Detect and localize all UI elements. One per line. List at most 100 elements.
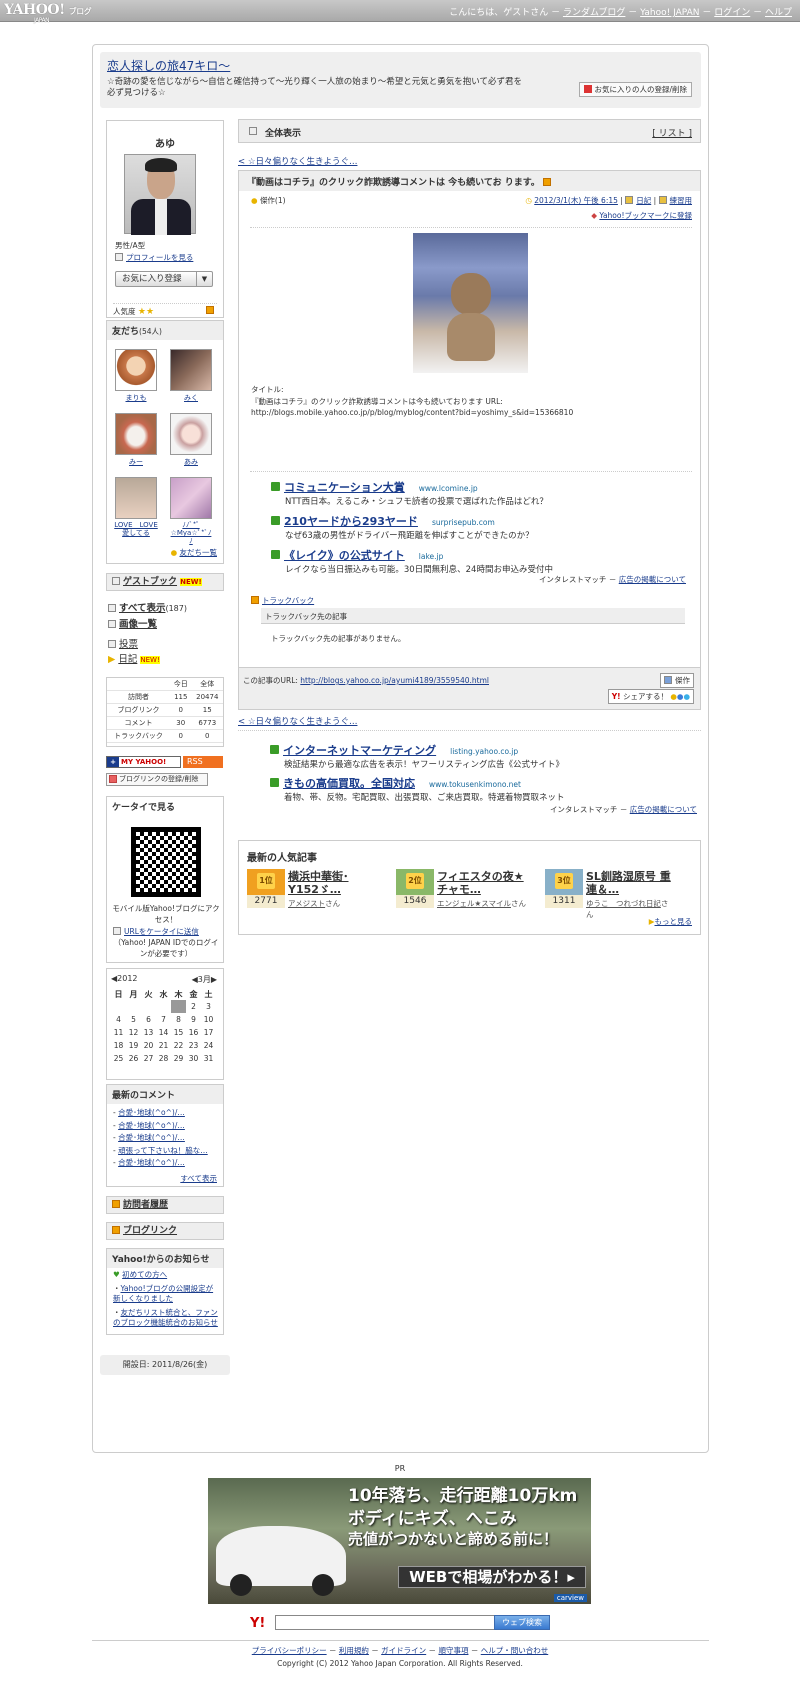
ad-title[interactable]: インターネットマーケティング [283, 744, 436, 757]
footer-link[interactable]: 利用規約 [339, 1646, 369, 1655]
calendar-day[interactable]: 19 [126, 1039, 141, 1052]
ad-item[interactable]: インターネットマーケティング listing.yahoo.co.jp 検証結果から最… [270, 742, 564, 770]
article-book[interactable]: 練習用 [670, 196, 693, 205]
comment-item[interactable]: 合愛･地球(^o^)/… [118, 1121, 185, 1130]
calendar-day[interactable]: 4 [111, 1013, 126, 1026]
calendar-day[interactable]: 22 [171, 1039, 186, 1052]
article-date[interactable]: 2012/3/1(木) 午後 6:15 [534, 196, 618, 205]
calendar-day[interactable]: 26 [126, 1052, 141, 1065]
article-url-link[interactable]: http://blogs.yahoo.co.jp/ayumi4189/35595… [300, 676, 489, 685]
friend-item[interactable]: みく [169, 349, 213, 403]
next-article-link[interactable]: < ☆日々偏りなく生きようぐ… [238, 715, 357, 727]
list-link[interactable]: [ リスト ] [652, 126, 692, 139]
ad-item[interactable]: 《レイク》の公式サイト lake.jp レイクなら当日振込みも可能。30日間無利息、… [271, 547, 553, 575]
popular-more-link[interactable]: もっと見る [655, 917, 693, 926]
prev-article-link[interactable]: < ☆日々偏りなく生きようぐ… [238, 155, 357, 167]
yahoo-logo[interactable]: YAHOO! JAPAN ブログ [4, 2, 92, 24]
calendar-day[interactable]: 2 [186, 1000, 201, 1013]
calendar-day[interactable]: 10 [201, 1013, 216, 1026]
footer-link[interactable]: ガイドライン [381, 1646, 426, 1655]
calendar-day[interactable]: 17 [201, 1026, 216, 1039]
friend-item[interactable]: ﾉﾉﾞ*ﾟ☆Mya☆ﾟ*ﾞﾉﾉ [169, 477, 213, 545]
search-input[interactable] [275, 1615, 495, 1630]
share-button[interactable]: Y! シェアする！ ●●● [607, 689, 694, 704]
ads-about-link[interactable]: 広告の掲載について [630, 805, 697, 814]
ad-title[interactable]: きもの高価買取。全国対応 [283, 777, 415, 790]
ads-about-link[interactable]: 広告の掲載について [619, 575, 686, 584]
ad-title[interactable]: 《レイク》の公式サイト [284, 549, 405, 562]
calendar-day[interactable]: 23 [186, 1039, 201, 1052]
footer-link[interactable]: ヘルプ・問い合わせ [481, 1646, 549, 1655]
profile-name[interactable]: あゆ [107, 135, 223, 150]
myyahoo-button[interactable]: + MY YAHOO! [106, 756, 181, 768]
footer-link[interactable]: プライバシーポリシー [252, 1646, 327, 1655]
friend-item[interactable]: まりも [114, 349, 158, 403]
calendar-day[interactable]: 15 [171, 1026, 186, 1039]
calendar-day[interactable]: 8 [171, 1013, 186, 1026]
show-all-link[interactable]: すべて表示 [119, 603, 165, 614]
friends-all-link[interactable]: 友だち一覧 [180, 548, 218, 557]
calendar-day[interactable]: 29 [171, 1052, 186, 1065]
cal-prev[interactable]: ◀2012 [111, 974, 138, 983]
friend-item[interactable]: みー [114, 413, 158, 467]
calendar-day[interactable]: 25 [111, 1052, 126, 1065]
ad-title[interactable]: コミュニケーション大賞 [284, 481, 405, 494]
friend-item[interactable]: あみ [169, 413, 213, 467]
calendar-day[interactable]: 7 [156, 1013, 171, 1026]
login-link[interactable]: ログイン [714, 8, 750, 18]
category-diary[interactable]: 日記 [118, 654, 137, 665]
notice-item[interactable]: 友だちリスト統合と、ファンのブロック機能統合のお知らせ [113, 1308, 218, 1327]
article-category[interactable]: 日記 [636, 196, 651, 205]
category-vote[interactable]: 投票 [119, 639, 138, 650]
visitor-history-link[interactable]: 訪問者履歴 [106, 1196, 224, 1214]
calendar-day[interactable]: 30 [186, 1052, 201, 1065]
pr-banner[interactable]: 10年落ち、走行距離10万km ボディにキズ、へこみ 売値がつかないと諦める前に… [208, 1478, 591, 1604]
trackback-toggle[interactable]: トラックバック [262, 596, 314, 605]
friend-item[interactable]: LOVE LOVE愛してる [114, 477, 158, 537]
rss-button[interactable]: RSS [183, 756, 223, 768]
calendar-day[interactable]: 3 [201, 1000, 216, 1013]
calendar-day[interactable]: 28 [156, 1052, 171, 1065]
ad-item[interactable]: きもの高価買取。全国対応 www.tokusenkimono.net 着物、帯、反物… [270, 775, 565, 803]
calendar-day[interactable]: 31 [201, 1052, 216, 1065]
calendar-day[interactable]: 21 [156, 1039, 171, 1052]
calendar-day[interactable]: 5 [126, 1013, 141, 1026]
fav-register-dropdown[interactable]: お気に入り登録 ▼ [115, 271, 213, 287]
profile-photo[interactable] [124, 154, 196, 235]
random-blog-link[interactable]: ランダムブログ [563, 8, 625, 18]
calendar-day[interactable]: 18 [111, 1039, 126, 1052]
comment-item[interactable]: 合愛･地球(^o^)/… [118, 1133, 185, 1142]
calendar-day[interactable]: 24 [201, 1039, 216, 1052]
profile-link[interactable]: プロフィールを見る [126, 253, 193, 262]
help-link[interactable]: ヘルプ [765, 8, 792, 18]
calendar-day[interactable]: 6 [141, 1013, 156, 1026]
bloglink-register-button[interactable]: ブログリンクの登録/削除 [106, 773, 208, 786]
calendar-day[interactable]: 9 [186, 1013, 201, 1026]
calendar-day[interactable]: 20 [141, 1039, 156, 1052]
ad-item[interactable]: 210ヤードから293ヤード surprisepub.com なぜ63歳の男性がドラ… [271, 513, 534, 541]
yahoo-japan-link[interactable]: Yahoo! JAPAN [640, 8, 699, 18]
info-icon[interactable] [206, 306, 214, 314]
beginner-link[interactable]: 初めての方へ [122, 1270, 167, 1279]
send-url-link[interactable]: URLをケータイに送信 [124, 927, 199, 936]
calendar-day[interactable]: 27 [141, 1052, 156, 1065]
comment-item[interactable]: 頑張って下さいね！脇な… [118, 1146, 208, 1155]
ad-title[interactable]: 210ヤードから293ヤード [284, 515, 418, 528]
fav-register-button[interactable]: お気に入りの人の登録/削除 [579, 82, 692, 97]
comments-all-link[interactable]: すべて表示 [180, 1174, 217, 1183]
bloglink-link[interactable]: ブログリンク [106, 1222, 224, 1240]
guestbook-link[interactable]: ゲストブック NEW! [106, 573, 224, 591]
calendar-day[interactable]: 14 [156, 1026, 171, 1039]
masterpiece-button[interactable]: 傑作 [660, 673, 694, 688]
notice-item[interactable]: Yahoo!ブログの公開設定が新しくなりました [113, 1284, 213, 1303]
ad-item[interactable]: コミュニケーション大賞 www.lcomine.jp NTT西日本。えるこみ・シュフ… [271, 479, 548, 507]
calendar-day[interactable]: 13 [141, 1026, 156, 1039]
calendar-day[interactable]: 11 [111, 1026, 126, 1039]
web-search-button[interactable]: ウェブ検索 [494, 1615, 550, 1630]
footer-link[interactable]: 順守事項 [438, 1646, 468, 1655]
blog-title[interactable]: 恋人探しの旅47キロ〜 [107, 57, 230, 74]
kitten-photo[interactable] [413, 233, 528, 373]
calendar-day[interactable]: 12 [126, 1026, 141, 1039]
image-list-link[interactable]: 画像一覧 [119, 619, 157, 630]
cal-next[interactable]: ◀3月▶ [192, 974, 217, 985]
